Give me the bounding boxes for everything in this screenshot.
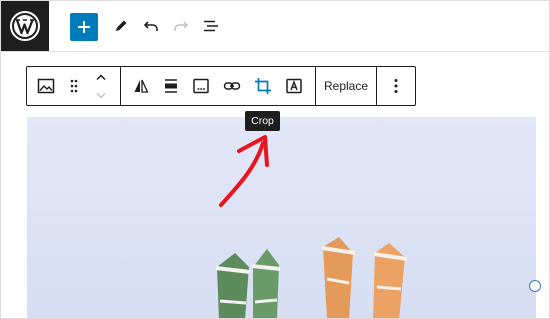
editor-frame: Replace Crop xyxy=(0,0,550,319)
annotation-arrow-icon xyxy=(219,135,269,207)
